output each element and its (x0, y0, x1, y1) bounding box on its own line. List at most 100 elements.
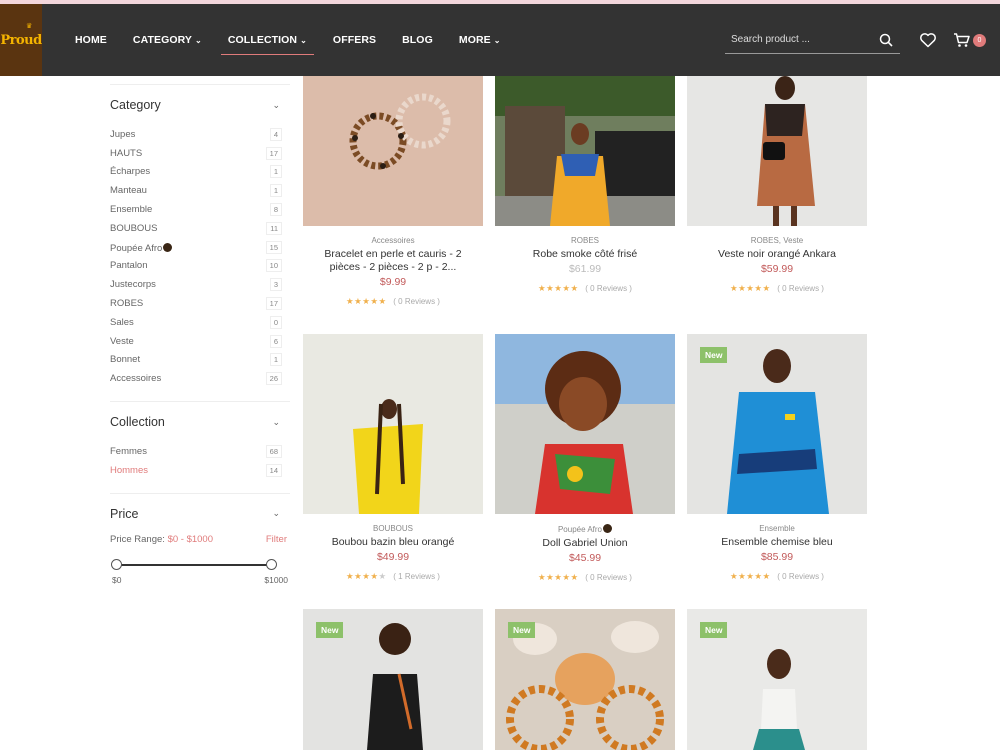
product-image[interactable] (303, 334, 483, 514)
product-image[interactable] (303, 76, 483, 226)
filter-item[interactable]: Poupée Afro 15 (110, 238, 290, 257)
chevron-down-icon[interactable]: ⌄ (272, 100, 280, 111)
filter-item-count: 1 (269, 353, 282, 367)
filter-item-count: 15 (265, 240, 282, 254)
product-card[interactable]: Accessoires Bracelet en perle et cauris … (303, 76, 483, 307)
brand-logo[interactable]: Proud ♛ (0, 4, 42, 76)
product-card[interactable]: New (687, 609, 867, 750)
price-range-value: $0 - $1000 (167, 533, 213, 545)
slider-min-handle[interactable] (111, 558, 122, 570)
filter-item-count: 11 (266, 221, 282, 235)
product-image[interactable]: New (687, 609, 867, 750)
filter-item[interactable]: Accessoires 26 (110, 369, 290, 388)
slider-track (116, 563, 272, 566)
product-name[interactable]: Veste noir orangé Ankara (687, 248, 867, 261)
product-card[interactable]: Poupée Afro Doll Gabriel Union $45.99 ★★… (495, 334, 675, 583)
product-card[interactable]: New (303, 609, 483, 750)
product-card[interactable]: New Ensemble Ensemble chemise bleu $85.9… (687, 334, 867, 582)
product-card[interactable]: ROBES, Veste Veste noir orangé Ankara $5… (687, 76, 867, 294)
product-category: ROBES (570, 236, 599, 245)
filter-item[interactable]: Femmes 68 (110, 442, 290, 461)
wishlist-heart-icon[interactable] (919, 32, 937, 48)
review-count: ( 0 Reviews ) (585, 284, 632, 293)
nav-blog[interactable]: BLOG (402, 4, 433, 76)
slider-max-handle[interactable] (266, 558, 277, 570)
doll-photo (495, 334, 675, 514)
filter-item-count: 6 (269, 334, 282, 348)
product-image[interactable]: New (303, 609, 483, 750)
skin-tone-dot-icon (163, 243, 173, 253)
filter-item[interactable]: Écharpes 1 (110, 163, 290, 182)
cart-icon[interactable] (953, 32, 971, 48)
filter-item[interactable]: Veste 6 (110, 332, 290, 351)
nav-category[interactable]: CATEGORY ⌄ (133, 4, 202, 76)
product-category-label: Poupée Afro (557, 525, 603, 534)
filter-item-label: ROBES (110, 298, 144, 310)
nav-collection-label: COLLECTION (227, 34, 298, 46)
nav-offers[interactable]: OFFERS (333, 4, 376, 76)
category-header[interactable]: Category ⌄ (110, 97, 290, 113)
star-rating-icon: ★★★★★ (346, 571, 387, 581)
filter-item[interactable]: Ensemble 8 (110, 200, 290, 219)
filter-item-label: Accessoires (110, 373, 162, 385)
filter-item-count: 10 (265, 259, 282, 273)
filter-item-label: Femmes (110, 446, 147, 458)
collection-list: Femmes 68 Hommes 14 (110, 442, 290, 480)
filter-item-label: Justecorps (110, 279, 156, 291)
category-section: Category ⌄ Jupes 4 HAUTS 17 Écharpes 1 Manteau… (110, 84, 290, 388)
review-count: ( 0 Reviews ) (777, 572, 824, 581)
filter-item[interactable]: Sales 0 (110, 313, 290, 332)
price-slider[interactable]: $0 $1000 (110, 557, 288, 591)
product-category: ROBES, Veste (750, 236, 804, 245)
cart-count-badge: 0 (973, 34, 986, 47)
nav-home[interactable]: HOME (75, 4, 107, 76)
product-image[interactable] (687, 76, 867, 226)
filter-item[interactable]: HAUTS 17 (110, 144, 290, 163)
filter-item[interactable]: BOUBOUS 11 (110, 219, 290, 238)
filter-item-label: Poupée Afro (110, 243, 163, 255)
product-category: Accessoires (371, 236, 415, 245)
filter-item-label: HAUTS (110, 147, 143, 159)
filter-item[interactable]: Hommes 14 (110, 461, 290, 480)
nav-home-label: HOME (75, 34, 107, 46)
product-category: Ensemble (759, 524, 795, 533)
product-card[interactable]: New (495, 609, 675, 750)
search-icon[interactable] (878, 32, 894, 48)
chevron-down-icon[interactable]: ⌄ (272, 508, 280, 519)
filter-item-label: Hommes (110, 464, 149, 476)
filter-item-label: Ensemble (110, 204, 153, 216)
new-badge: New (700, 347, 728, 363)
product-image[interactable] (495, 76, 675, 226)
filter-item[interactable]: Manteau 1 (110, 181, 290, 200)
nav-collection[interactable]: COLLECTION ⌄ (220, 4, 314, 76)
filter-item-count: 17 (265, 146, 282, 160)
product-rating: ★★★★★ ( 0 Reviews ) (495, 283, 675, 294)
product-name[interactable]: Bracelet en perle et cauris - 2 pièces -… (303, 248, 483, 274)
nav-category-label: CATEGORY (132, 34, 193, 46)
filter-button[interactable]: Filter (266, 534, 287, 545)
product-image[interactable]: New (687, 334, 867, 514)
price-header[interactable]: Price ⌄ (110, 506, 290, 522)
chevron-down-icon[interactable]: ⌄ (272, 417, 280, 428)
product-name[interactable]: Ensemble chemise bleu (687, 536, 867, 549)
product-card[interactable]: ROBES Robe smoke côté frisé $61.99 ★★★★★… (495, 76, 675, 294)
filter-item[interactable]: Jupes 4 (110, 125, 290, 144)
chevron-down-icon: ⌄ (300, 35, 307, 45)
filter-item[interactable]: Justecorps 3 (110, 275, 290, 294)
filter-item-count: 1 (269, 165, 282, 179)
product-name[interactable]: Robe smoke côté frisé (495, 248, 675, 261)
filter-item[interactable]: ROBES 17 (110, 294, 290, 313)
filter-item[interactable]: Pantalon 10 (110, 257, 290, 276)
product-rating: ★★★★★ ( 0 Reviews ) (495, 572, 675, 583)
product-card[interactable]: BOUBOUS Boubou bazin bleu orangé $49.99 … (303, 334, 483, 582)
product-image[interactable]: New (495, 609, 675, 750)
product-rating: ★★★★★ ( 0 Reviews ) (303, 296, 483, 307)
product-name[interactable]: Doll Gabriel Union (495, 537, 675, 550)
nav-more[interactable]: MORE ⌄ (459, 4, 501, 76)
filter-item[interactable]: Bonnet 1 (110, 351, 290, 370)
product-name[interactable]: Boubou bazin bleu orangé (303, 536, 483, 549)
search-input[interactable] (731, 34, 871, 45)
filter-item-label: Écharpes (110, 166, 151, 178)
collection-header[interactable]: Collection ⌄ (110, 414, 290, 430)
product-image[interactable] (495, 334, 675, 514)
